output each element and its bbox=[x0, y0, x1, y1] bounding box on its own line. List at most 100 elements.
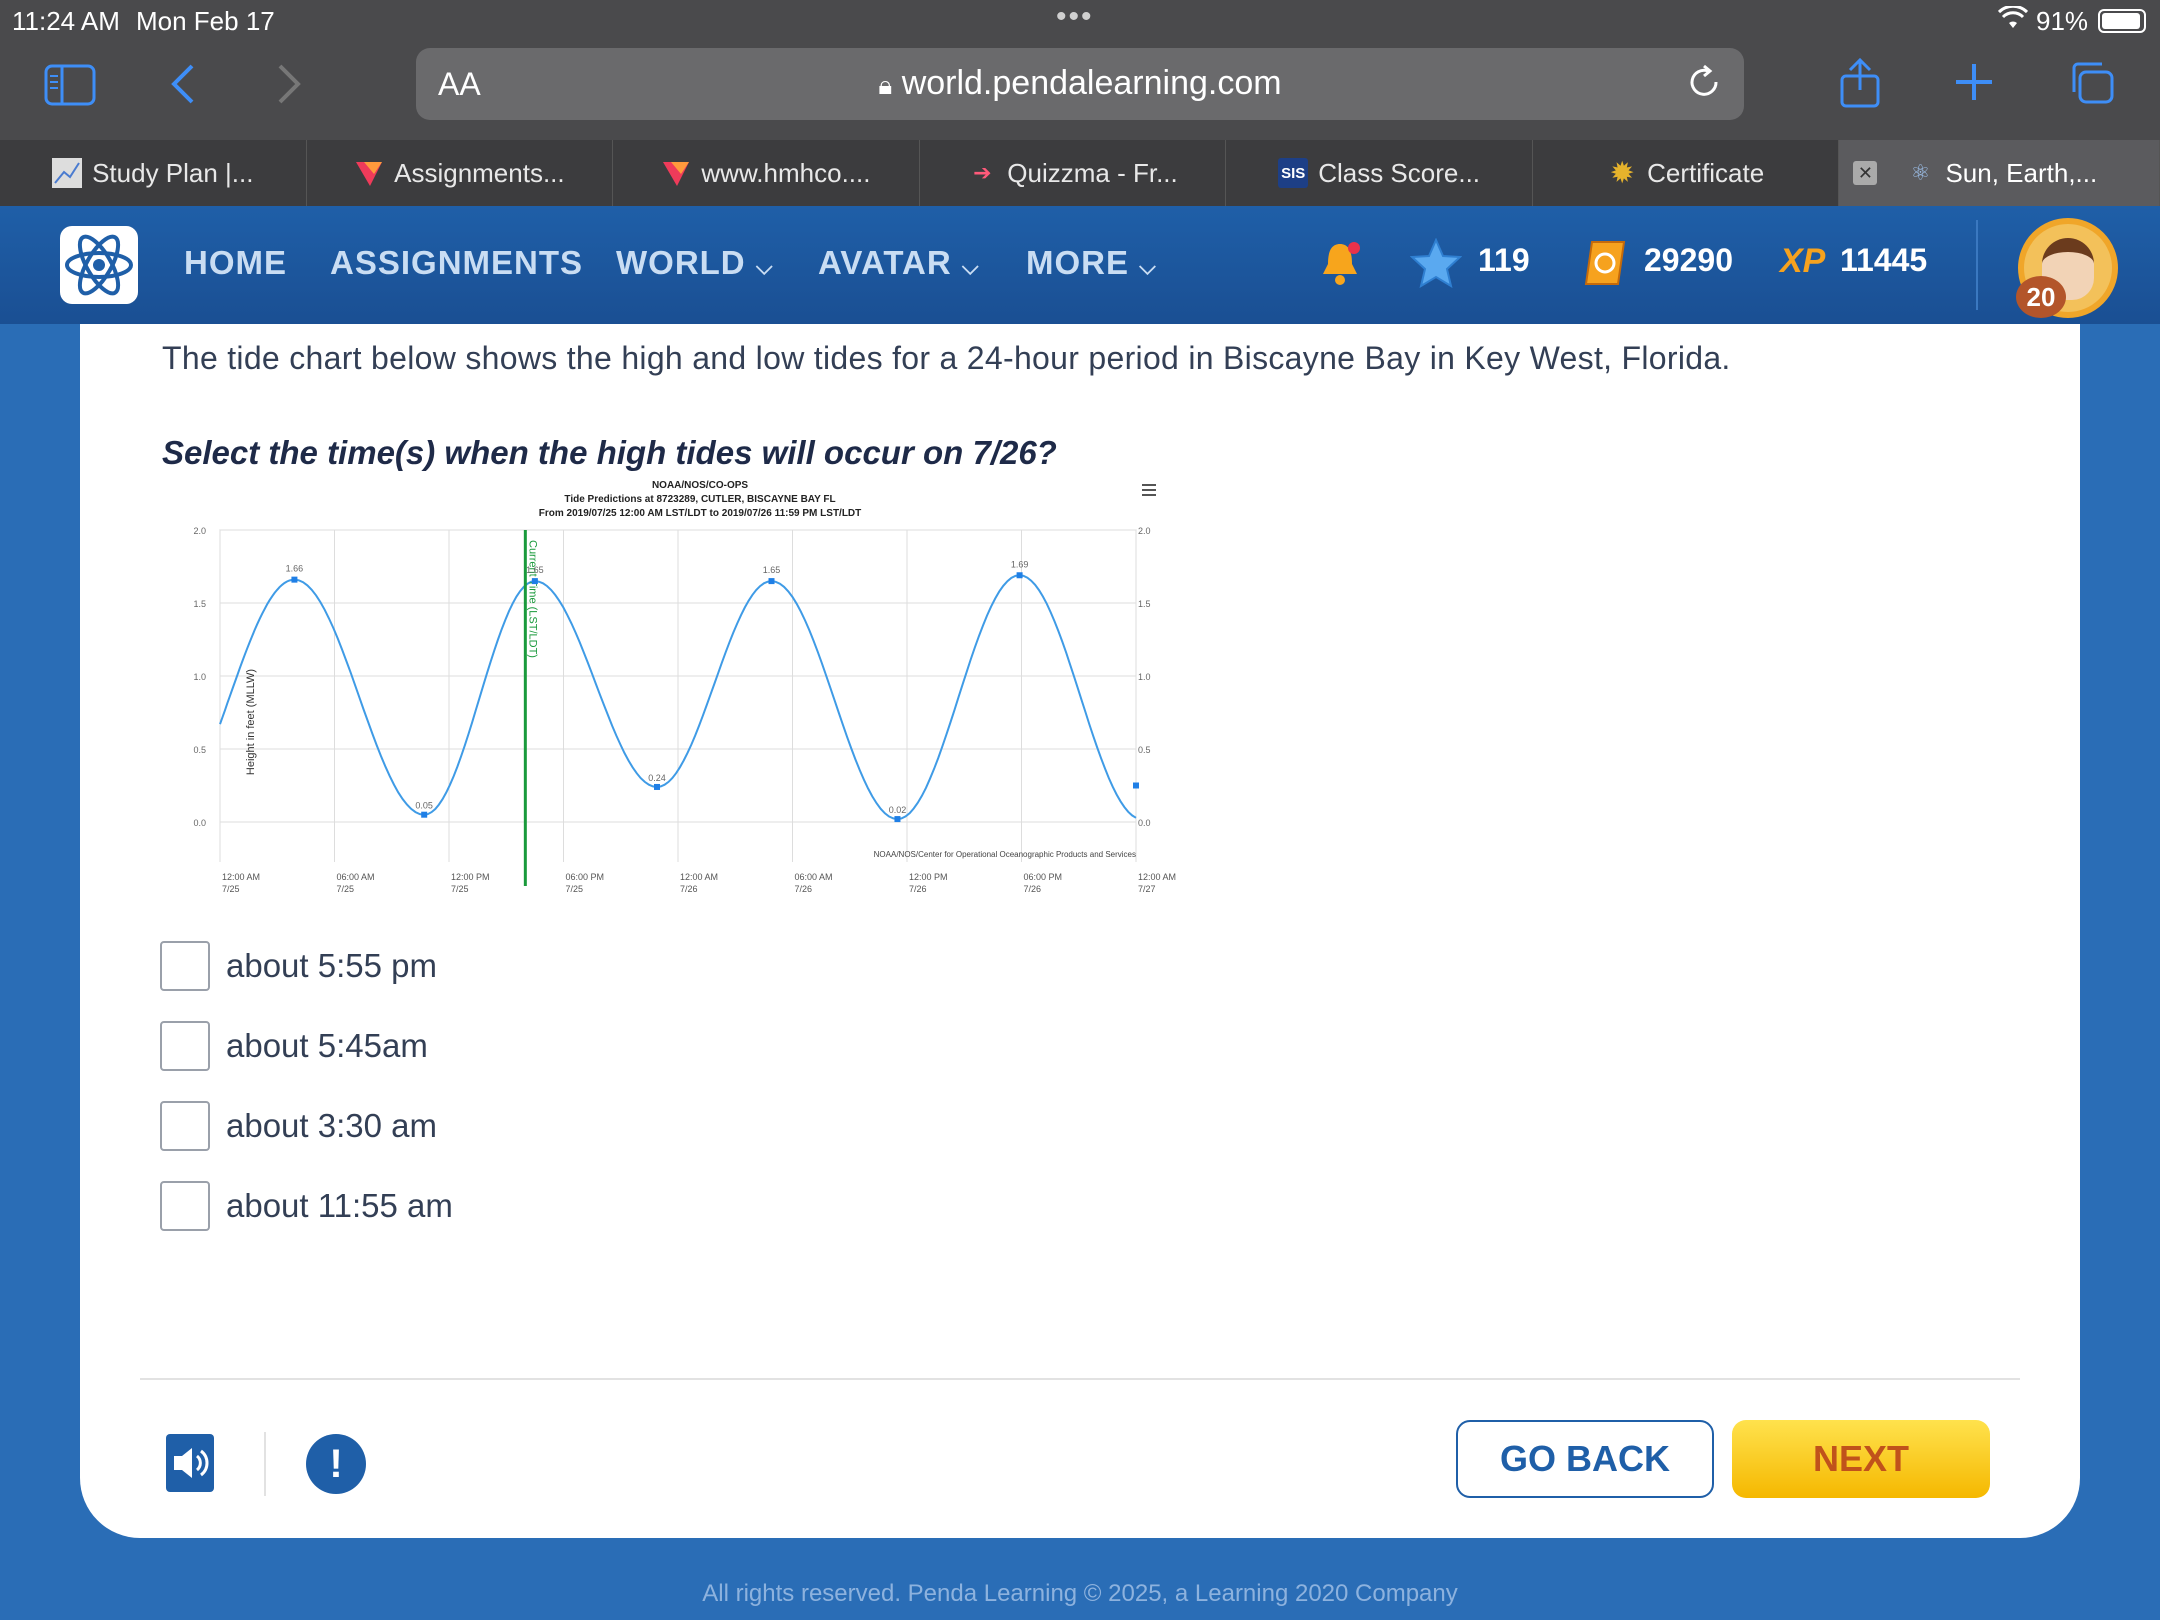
question-card: The tide chart below shows the high and … bbox=[80, 324, 2080, 1538]
answer-option-1[interactable]: about 5:55 pm bbox=[160, 940, 437, 992]
chart-subtitle: Tide Predictions at 8723289, CUTLER, BIS… bbox=[564, 494, 835, 505]
chart-x-ticks: 12:00 AM 7/25 06:00 AM 7/25 12:00 PM 7/25 06:0… bbox=[222, 872, 1176, 894]
penda-logo-icon[interactable] bbox=[60, 226, 138, 304]
checkbox[interactable] bbox=[160, 1101, 210, 1151]
chart-subtitle-range: From 2019/07/25 12:00 AM LST/LDT to 2019… bbox=[539, 508, 862, 519]
page-background bbox=[0, 324, 80, 1620]
chart-title: NOAA/NOS/CO-OPS bbox=[652, 480, 748, 491]
chart-menu-icon[interactable] bbox=[1142, 484, 1156, 496]
address-bar[interactable]: AA 🔒︎ world.pendalearning.com bbox=[416, 48, 1744, 120]
tide-chart: NOAA/NOS/CO-OPS Tide Predictions at 8723… bbox=[160, 476, 1190, 896]
y-tick-label: 0.0 bbox=[193, 818, 206, 828]
data-point bbox=[1016, 572, 1023, 579]
x-tick-label: 06:00 AM bbox=[337, 872, 375, 882]
xp-count: 11445 bbox=[1840, 242, 1928, 278]
star-count: 119 bbox=[1478, 242, 1530, 278]
nav-home[interactable]: HOME bbox=[184, 244, 287, 282]
coin-count: 29290 bbox=[1644, 242, 1733, 278]
page-footer: All rights reserved. Penda Learning © 20… bbox=[702, 1580, 1458, 1607]
sis-icon: SIS bbox=[1278, 158, 1309, 188]
data-point bbox=[291, 576, 298, 583]
question-prompt: The tide chart below shows the high and … bbox=[162, 340, 1731, 376]
arrow-icon: ➔ bbox=[973, 160, 992, 185]
checkbox[interactable] bbox=[160, 1181, 210, 1231]
y-tick-label: 2.0 bbox=[193, 526, 206, 536]
back-arrow-icon[interactable] bbox=[170, 62, 196, 111]
nav-world[interactable]: WORLD ⌵ bbox=[616, 244, 774, 282]
forward-arrow-icon[interactable] bbox=[276, 62, 302, 111]
tab-quizzma[interactable]: ➔ Quizzma - Fr... bbox=[920, 140, 1227, 206]
x-tick-date: 7/26 bbox=[909, 884, 927, 894]
x-tick-date: 7/25 bbox=[451, 884, 469, 894]
tab-study-plan[interactable]: Study Plan |... bbox=[0, 140, 307, 206]
go-back-button[interactable]: GO BACK bbox=[1456, 1420, 1714, 1498]
option-label: about 5:55 pm bbox=[226, 947, 437, 984]
chevron-down-icon: ⌵ bbox=[961, 254, 980, 279]
multitask-dots-icon[interactable]: ••• bbox=[1056, 0, 1094, 34]
y-tick-label-right: 0.5 bbox=[1138, 745, 1151, 755]
x-tick-label: 12:00 AM bbox=[222, 872, 260, 882]
user-avatar[interactable]: 20 bbox=[2016, 218, 2118, 318]
x-tick-date: 7/26 bbox=[795, 884, 813, 894]
x-tick-label: 12:00 PM bbox=[451, 872, 490, 882]
data-point bbox=[654, 783, 661, 790]
chevron-down-icon: ⌵ bbox=[755, 254, 774, 279]
tab-hmhco[interactable]: www.hmhco.... bbox=[613, 140, 920, 206]
sidebar-toggle-icon[interactable] bbox=[44, 64, 96, 111]
checkbox[interactable] bbox=[160, 941, 210, 991]
tab-certificate[interactable]: ✹ Certificate bbox=[1533, 140, 1840, 206]
tab-sun-earth[interactable]: ✕ ⚛ Sun, Earth,... bbox=[1839, 140, 2160, 206]
close-tab-icon[interactable]: ✕ bbox=[1853, 161, 1878, 185]
y-tick-label: 1.0 bbox=[193, 672, 206, 682]
notification-bell-icon[interactable] bbox=[1318, 240, 1362, 291]
status-time: 11:24 AM bbox=[12, 6, 120, 36]
status-date: Mon Feb 17 bbox=[136, 6, 275, 36]
coin-icon bbox=[1584, 240, 1626, 291]
battery-icon bbox=[2098, 9, 2146, 33]
text-to-speech-button[interactable] bbox=[166, 1434, 214, 1492]
x-tick-date: 7/26 bbox=[680, 884, 698, 894]
app-navbar: HOME ASSIGNMENTS WORLD ⌵ AVATAR ⌵ MORE ⌵… bbox=[0, 206, 2160, 324]
data-label: 1.66 bbox=[286, 564, 304, 574]
chart-credit: NOAA/NOS/Center for Operational Oceanogr… bbox=[874, 850, 1136, 859]
nav-avatar[interactable]: AVATAR ⌵ bbox=[818, 244, 980, 282]
data-label: 0.05 bbox=[415, 801, 433, 811]
y-tick-label-right: 2.0 bbox=[1138, 526, 1151, 536]
lock-icon: 🔒︎ bbox=[878, 70, 893, 100]
tab-class-score[interactable]: SIS Class Score... bbox=[1226, 140, 1533, 206]
xp-icon: XP bbox=[1780, 242, 1826, 280]
option-label: about 11:55 am bbox=[226, 1187, 453, 1224]
y-tick-label: 0.5 bbox=[193, 745, 206, 755]
report-issue-button[interactable]: ! bbox=[306, 1434, 366, 1494]
nav-assignments[interactable]: ASSIGNMENTS bbox=[330, 244, 583, 282]
chevron-down-icon: ⌵ bbox=[1139, 254, 1157, 279]
answer-option-4[interactable]: about 11:55 am bbox=[160, 1180, 453, 1232]
x-tick-date: 7/27 bbox=[1138, 884, 1156, 894]
y-tick-label-right: 1.5 bbox=[1138, 599, 1151, 609]
tab-assignments[interactable]: Assignments... bbox=[307, 140, 614, 206]
new-tab-plus-icon[interactable] bbox=[1954, 62, 1994, 107]
gear-icon: ✹ bbox=[1609, 156, 1635, 190]
chart-grid bbox=[219, 529, 1137, 862]
share-icon[interactable] bbox=[1838, 57, 1882, 113]
data-label: 1.65 bbox=[763, 565, 781, 575]
answer-option-3[interactable]: about 3:30 am bbox=[160, 1100, 437, 1152]
browser-toolbar: AA 🔒︎ world.pendalearning.com bbox=[0, 40, 2160, 140]
tab-overview-icon[interactable] bbox=[2068, 60, 2116, 111]
y-tick-label-right: 1.0 bbox=[1138, 672, 1151, 682]
browser-tab-strip: Study Plan |... Assignments... www.hmhco… bbox=[0, 140, 2160, 206]
x-tick-date: 7/25 bbox=[337, 884, 355, 894]
checkbox[interactable] bbox=[160, 1021, 210, 1071]
x-tick-label: 06:00 AM bbox=[795, 872, 833, 882]
next-button[interactable]: NEXT bbox=[1732, 1420, 1990, 1498]
nav-divider bbox=[1976, 220, 1978, 310]
data-label: 1.65 bbox=[526, 565, 544, 575]
battery-percent: 91% bbox=[2036, 6, 2089, 36]
x-tick-label: 12:00 PM bbox=[909, 872, 948, 882]
answer-option-2[interactable]: about 5:45am bbox=[160, 1020, 428, 1072]
x-tick-label: 12:00 AM bbox=[680, 872, 718, 882]
reload-icon[interactable] bbox=[1684, 62, 1724, 107]
x-tick-label: 12:00 AM bbox=[1138, 872, 1176, 882]
nav-more[interactable]: MORE ⌵ bbox=[1026, 244, 1157, 282]
data-label: 0.02 bbox=[889, 805, 907, 815]
